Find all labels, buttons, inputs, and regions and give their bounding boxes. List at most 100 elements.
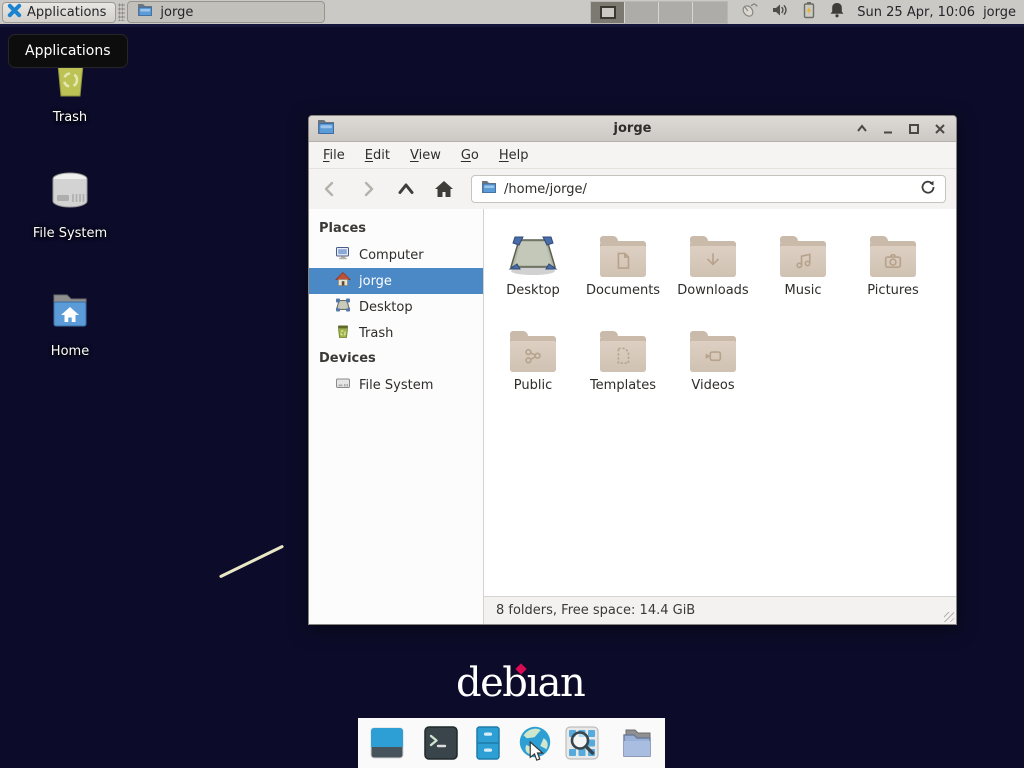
desktop: Applications jorge	[0, 0, 1024, 768]
toolbar: /home/jorge/	[309, 169, 956, 209]
panel-separator-handle	[118, 3, 125, 21]
file-item-label: Documents	[586, 283, 660, 298]
notifications-bell-icon[interactable]	[829, 1, 845, 23]
folder-icon	[137, 3, 153, 21]
desktop-places-icon	[335, 297, 351, 317]
menu-file[interactable]: File	[313, 144, 355, 167]
sidebar-devices-header: Devices	[309, 346, 483, 372]
sidebar-item-file-system[interactable]: File System	[309, 372, 483, 398]
workspace-4[interactable]	[693, 2, 727, 23]
workspace-3[interactable]	[659, 2, 693, 23]
file-item-label: Videos	[691, 378, 734, 393]
battery-icon[interactable]	[801, 1, 817, 23]
file-item-videos[interactable]: Videos	[668, 320, 758, 415]
sidebar-item-label: File System	[359, 378, 433, 393]
forward-button[interactable]	[357, 178, 379, 200]
desktop-icon-home[interactable]: Home	[15, 288, 125, 359]
file-item-documents[interactable]: Documents	[578, 225, 668, 320]
show-desktop-button[interactable]	[367, 723, 407, 763]
sidebar-item-label: jorge	[359, 274, 392, 289]
file-manager-window: jorge File Edit View Go Help	[308, 115, 957, 625]
mouse-icon[interactable]	[740, 1, 759, 23]
window-body: Places Computer jorge	[309, 209, 956, 624]
applications-label: Applications	[27, 5, 106, 20]
resize-grip[interactable]	[944, 612, 954, 622]
desktop-icon-label: File System	[33, 226, 107, 241]
reload-icon[interactable]	[920, 179, 936, 199]
home-icon	[335, 271, 351, 291]
sidebar-item-computer[interactable]: Computer	[309, 242, 483, 268]
sidebar-item-jorge[interactable]: jorge	[309, 268, 483, 294]
downloads-folder-icon	[690, 241, 736, 277]
app-finder-launcher[interactable]	[562, 723, 602, 763]
sidebar-places-header: Places	[309, 216, 483, 242]
home-button[interactable]	[433, 178, 455, 200]
public-folder-icon	[510, 336, 556, 372]
applications-tooltip: Applications	[8, 34, 128, 68]
desktop-stray-line	[219, 545, 284, 579]
path-bar[interactable]: /home/jorge/	[471, 175, 946, 203]
file-item-templates[interactable]: Templates	[578, 320, 668, 415]
file-item-downloads[interactable]: Downloads	[668, 225, 758, 320]
web-browser-launcher[interactable]	[515, 723, 555, 763]
drive-icon	[335, 375, 351, 395]
desktop-icon-label: Home	[51, 344, 89, 359]
templates-folder-icon	[600, 336, 646, 372]
file-manager-launcher[interactable]	[468, 723, 508, 763]
titlebar[interactable]: jorge	[309, 116, 956, 142]
file-item-desktop[interactable]: Desktop	[488, 225, 578, 320]
back-button[interactable]	[319, 178, 341, 200]
status-bar: 8 folders, Free space: 14.4 GiB	[484, 596, 956, 624]
window-folder-icon	[317, 119, 335, 139]
sidebar-item-desktop[interactable]: Desktop	[309, 294, 483, 320]
status-text: 8 folders, Free space: 14.4 GiB	[496, 603, 695, 618]
file-browser-launcher[interactable]	[616, 723, 656, 763]
panel-clock[interactable]: Sun 25 Apr, 10:06	[857, 5, 975, 20]
menu-go[interactable]: Go	[451, 144, 489, 167]
file-item-music[interactable]: Music	[758, 225, 848, 320]
workspace-window-thumbnail	[600, 6, 616, 19]
maximize-button[interactable]	[906, 121, 922, 137]
applications-menu-button[interactable]: Applications	[2, 2, 116, 23]
file-item-pictures[interactable]: Pictures	[848, 225, 938, 320]
sidebar-item-label: Desktop	[359, 300, 413, 315]
pictures-folder-icon	[870, 241, 916, 277]
file-item-label: Public	[514, 378, 552, 393]
menu-view[interactable]: View	[400, 144, 451, 167]
minimize-button[interactable]	[880, 121, 896, 137]
desktop-special-icon	[507, 225, 559, 277]
file-view[interactable]: Desktop Documents Downlo	[484, 209, 956, 596]
volume-icon[interactable]	[771, 1, 789, 23]
top-panel: Applications jorge	[0, 0, 1024, 27]
taskbar-window-button[interactable]: jorge	[127, 1, 325, 23]
computer-icon	[335, 245, 351, 265]
debian-logo: debıan	[456, 660, 584, 706]
menu-edit[interactable]: Edit	[355, 144, 400, 167]
icon-grid: Desktop Documents Downlo	[488, 225, 956, 415]
path-text[interactable]: /home/jorge/	[504, 182, 913, 197]
workspace-1[interactable]	[591, 2, 625, 23]
file-item-label: Downloads	[677, 283, 748, 298]
close-button[interactable]	[932, 121, 948, 137]
file-item-label: Music	[785, 283, 822, 298]
tooltip-text: Applications	[25, 43, 111, 59]
system-tray	[740, 1, 845, 23]
sidebar-item-label: Trash	[359, 326, 393, 341]
desktop-icon-file-system[interactable]: File System	[15, 166, 125, 241]
sidebar-item-trash[interactable]: Trash	[309, 320, 483, 346]
workspace-2[interactable]	[625, 2, 659, 23]
shade-button[interactable]	[854, 121, 870, 137]
workspace-switcher[interactable]	[590, 1, 728, 24]
home-folder-icon	[46, 288, 94, 340]
sidebar-item-label: Computer	[359, 248, 424, 263]
dock-panel	[358, 718, 665, 768]
panel-user-menu[interactable]: jorge	[983, 5, 1016, 20]
main-pane: Desktop Documents Downlo	[484, 209, 956, 624]
terminal-launcher[interactable]	[421, 723, 461, 763]
path-folder-icon	[481, 180, 497, 198]
videos-folder-icon	[690, 336, 736, 372]
up-button[interactable]	[395, 178, 417, 200]
trash-places-icon	[335, 323, 351, 343]
file-item-public[interactable]: Public	[488, 320, 578, 415]
menu-help[interactable]: Help	[489, 144, 539, 167]
